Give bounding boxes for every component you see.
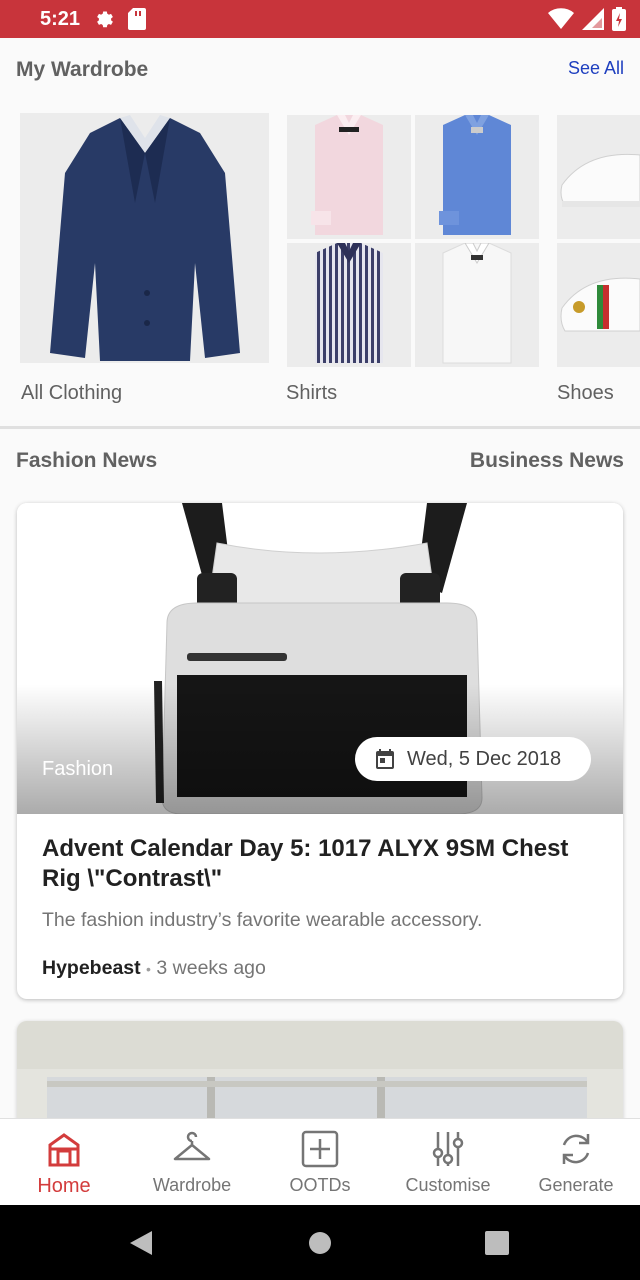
section-divider: [0, 426, 640, 429]
nav-wardrobe-label: Wardrobe: [152, 1175, 232, 1195]
shirt-image-blue[interactable]: [415, 115, 539, 239]
shirt-white-image: [415, 243, 539, 367]
nav-customise[interactable]: Customise: [384, 1119, 512, 1206]
article-date: Wed, 5 Dec 2018: [407, 747, 562, 770]
calendar-icon: [376, 749, 394, 769]
shoe-image-gucci[interactable]: [557, 243, 640, 367]
recents-icon[interactable]: [484, 1229, 510, 1257]
nav-generate[interactable]: Generate: [512, 1119, 640, 1206]
bottom-navigation: Home Wardrobe OOTDs Customise Generate: [0, 1118, 640, 1205]
signal-icon: [582, 8, 604, 30]
blazer-image: [20, 113, 269, 363]
add-box-icon: [301, 1130, 339, 1168]
article-date-pill: Wed, 5 Dec 2018: [355, 737, 591, 781]
refresh-icon: [562, 1134, 590, 1164]
news-card[interactable]: Fashion Wed, 5 Dec 2018 Advent Calendar …: [17, 503, 623, 999]
wardrobe-shirts-label: Shirts: [286, 382, 338, 404]
nav-home[interactable]: Home: [0, 1119, 128, 1206]
status-time: 5:21: [40, 7, 81, 30]
article-description: The fashion industry’s favorite wearable…: [42, 909, 483, 931]
article-category: Fashion: [42, 758, 114, 780]
article-source: Hypebeast: [42, 957, 141, 979]
shirt-striped-image: [287, 243, 411, 367]
shoe-image-white[interactable]: [557, 115, 640, 239]
sd-card-icon: [128, 8, 147, 30]
nav-ootds-label: OOTDs: [289, 1175, 351, 1195]
sneaker-white-image: [557, 115, 640, 239]
sneaker-striped-image: [557, 243, 640, 367]
tab-business-news[interactable]: Business News: [470, 449, 624, 473]
wardrobe-title: My Wardrobe: [16, 58, 149, 81]
article-time-ago: 3 weeks ago: [156, 957, 266, 979]
status-bar: 5:21: [0, 0, 640, 38]
home-icon: [48, 1133, 80, 1167]
shirt-image-pink[interactable]: [287, 115, 411, 239]
shirt-pink-image: [287, 115, 411, 239]
nav-wardrobe[interactable]: Wardrobe: [128, 1119, 256, 1206]
system-navigation-bar: [0, 1205, 640, 1280]
battery-charging-icon: [612, 7, 626, 31]
wifi-icon: [548, 8, 574, 29]
tab-fashion-news[interactable]: Fashion News: [16, 449, 157, 473]
back-icon[interactable]: [128, 1229, 154, 1257]
article-meta: Hypebeast • 3 weeks ago: [42, 957, 266, 980]
hanger-icon: [173, 1131, 211, 1161]
settings-icon: [97, 11, 113, 28]
article-title[interactable]: Advent Calendar Day 5: 1017 ALYX 9SM Che…: [42, 834, 602, 894]
nav-ootds[interactable]: OOTDs: [256, 1119, 384, 1206]
nav-home-label: Home: [37, 1175, 91, 1197]
nav-customise-label: Customise: [405, 1175, 491, 1195]
sliders-icon: [432, 1132, 464, 1166]
shirt-image-striped[interactable]: [287, 243, 411, 367]
meta-separator: •: [146, 961, 151, 977]
see-all-link[interactable]: See All: [568, 58, 624, 79]
wardrobe-all-clothing-tile[interactable]: [20, 113, 269, 363]
shirt-blue-image: [415, 115, 539, 239]
home-circle-icon[interactable]: [308, 1229, 332, 1257]
wardrobe-shoes-label: Shoes: [557, 382, 614, 404]
wardrobe-all-clothing-label: All Clothing: [21, 382, 123, 404]
shirt-image-white[interactable]: [415, 243, 539, 367]
nav-generate-label: Generate: [538, 1175, 614, 1195]
